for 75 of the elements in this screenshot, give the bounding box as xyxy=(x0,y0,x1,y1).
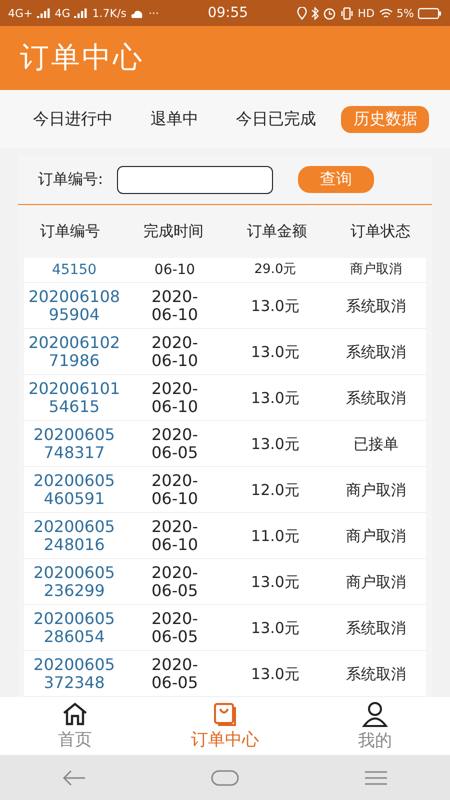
table-cell-text: 06-10 xyxy=(153,261,196,279)
order-number[interactable]: 202006108 95904 xyxy=(24,288,124,324)
table-cell-text: 2020- 06-10 xyxy=(150,472,199,508)
alarm-icon xyxy=(322,6,336,20)
hd-indicator: HD xyxy=(358,6,375,20)
table-cell-text: 已接单 xyxy=(352,434,400,452)
table-cell-text: 系统取消 xyxy=(344,342,407,360)
column-header: 订单编号 xyxy=(38,222,101,241)
table-cell-text: 13.0元 xyxy=(250,434,300,452)
nav-item[interactable]: 首页 xyxy=(0,697,150,755)
order-number[interactable]: 20200605 748317 xyxy=(24,426,124,462)
order-number-field[interactable] xyxy=(117,166,274,194)
table-cell-text: 13.0元 xyxy=(250,342,300,360)
order-number[interactable]: 20200605 248016 xyxy=(24,518,124,554)
table-cell-text: 商户取消 xyxy=(344,572,407,590)
more-indicator: ··· xyxy=(148,6,159,20)
tab[interactable]: 今日已完成 xyxy=(224,106,328,132)
order-number[interactable]: 20200605 236299 xyxy=(24,564,124,600)
table-cell-text: 系统取消 xyxy=(344,296,407,314)
table-cell-text: 系统取消 xyxy=(344,664,407,682)
table-cell-text: 13.0元 xyxy=(250,618,300,636)
battery-level: 5% xyxy=(396,6,414,20)
location-icon xyxy=(296,6,307,20)
back-icon[interactable] xyxy=(62,770,86,786)
table-cell-text: 商户取消 xyxy=(348,261,403,279)
table-cell-text: 11.0元 xyxy=(250,526,300,544)
table-cell-text: 2020- 06-10 xyxy=(150,518,199,554)
user-icon xyxy=(362,700,388,726)
table-cell-text: 13.0元 xyxy=(250,664,300,682)
network-speed: 1.7K/s xyxy=(92,6,126,20)
order-number[interactable]: 20200605 372348 xyxy=(24,656,124,692)
table-cell-text: 商户取消 xyxy=(344,526,407,544)
table-cell-text: 12.0元 xyxy=(250,480,300,498)
column-header: 订单金额 xyxy=(246,222,308,241)
shopping-bag-icon xyxy=(212,702,238,726)
table-cell-text: 2020- 06-10 xyxy=(150,334,199,370)
page-title: 订单中心 xyxy=(20,39,144,76)
signal-icon xyxy=(36,8,51,18)
table-cell-text: 系统取消 xyxy=(344,388,407,406)
order-number[interactable]: 202006101 54615 xyxy=(24,380,124,416)
table-cell-text: 29.0元 xyxy=(253,261,298,279)
network-type: 4G xyxy=(54,6,70,20)
vibrate-icon xyxy=(340,6,354,20)
battery-icon xyxy=(418,8,442,18)
tab[interactable]: 退单中 xyxy=(138,106,210,132)
wifi-icon xyxy=(378,8,393,18)
table-cell-text: 系统取消 xyxy=(344,618,407,636)
table-cell-text: 13.0元 xyxy=(250,572,300,590)
cloud-icon xyxy=(130,8,144,18)
table-cell-text: 2020- 06-05 xyxy=(150,656,199,692)
bluetooth-icon xyxy=(310,6,319,20)
column-header: 订单状态 xyxy=(349,222,412,241)
table-cell-text: 2020- 06-10 xyxy=(150,380,199,416)
nav-item[interactable]: 订单中心 xyxy=(150,697,300,755)
column-header: 完成时间 xyxy=(142,222,204,241)
order-number[interactable]: 202006102 71986 xyxy=(24,334,124,370)
field-label: 订单编号: xyxy=(38,170,104,189)
table-cell-text: 2020- 06-05 xyxy=(150,564,199,600)
table-cell-text: 2020- 06-10 xyxy=(150,288,199,324)
tab[interactable]: 今日进行中 xyxy=(20,106,125,132)
home-icon xyxy=(62,702,88,726)
table-cell-text: 商户取消 xyxy=(344,480,407,498)
order-number[interactable]: 20200605 460591 xyxy=(24,472,124,508)
signal-icon xyxy=(74,8,88,18)
menu-icon[interactable] xyxy=(364,770,388,786)
table-cell-text: 13.0元 xyxy=(250,388,300,406)
table-cell-text: 2020- 06-05 xyxy=(150,426,199,462)
table-cell-text: 2020- 06-05 xyxy=(150,610,199,646)
order-number[interactable]: 45150 xyxy=(24,261,124,279)
nav-item[interactable]: 我的 xyxy=(300,697,450,755)
network-type: 4G+ xyxy=(8,6,33,20)
home-button-icon[interactable] xyxy=(210,770,239,786)
order-number[interactable]: 20200605 286054 xyxy=(24,610,124,646)
clock: 09:55 xyxy=(208,5,248,21)
table-cell-text: 13.0元 xyxy=(250,296,300,314)
